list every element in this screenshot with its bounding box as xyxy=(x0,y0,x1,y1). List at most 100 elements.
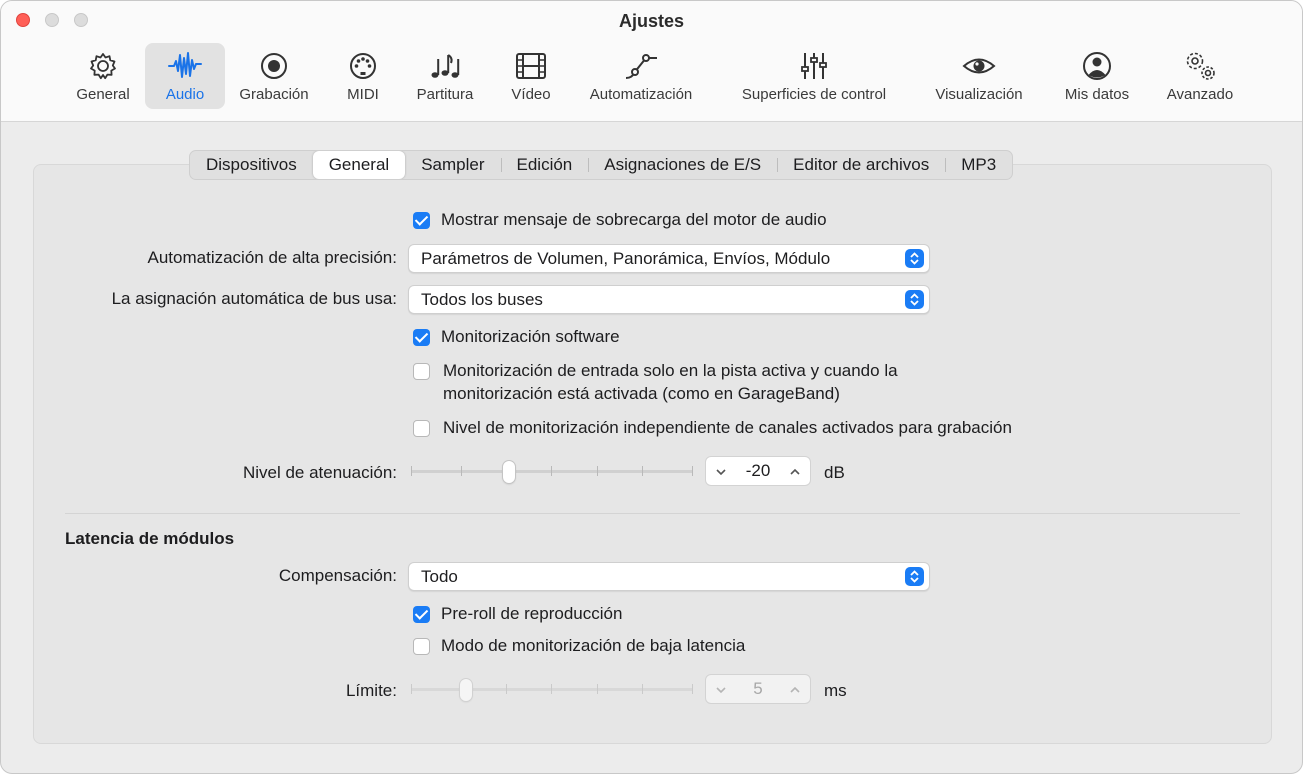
slider-tick xyxy=(692,466,693,476)
faders-icon xyxy=(801,53,827,79)
film-icon xyxy=(516,53,546,79)
window-title: Ajustes xyxy=(618,11,685,31)
low-latency-mode-checkbox-row[interactable]: Modo de monitorización de baja latencia xyxy=(413,636,745,656)
popup-arrows-icon xyxy=(905,567,924,586)
popup-value: Todos los buses xyxy=(421,290,543,309)
gears-icon xyxy=(1186,52,1215,80)
slider-track xyxy=(411,470,693,473)
chevron-down-icon[interactable] xyxy=(715,684,727,696)
slider-tick xyxy=(551,466,552,476)
toolbar-label: MIDI xyxy=(347,86,379,103)
auto-bus-assignment-popup[interactable]: Todos los buses xyxy=(408,285,930,314)
tab-io-assignments[interactable]: Asignaciones de E/S xyxy=(588,151,777,179)
dim-level-slider[interactable] xyxy=(411,461,693,483)
dim-level-label: Nivel de atenuación: xyxy=(242,463,397,482)
chevron-up-icon[interactable] xyxy=(789,684,801,696)
toolbar-audio[interactable]: Audio xyxy=(145,43,225,109)
midi-port-icon xyxy=(350,53,376,79)
dim-level-stepper[interactable]: -20 xyxy=(705,456,811,486)
chevron-down-icon[interactable] xyxy=(715,466,727,478)
eye-icon xyxy=(962,58,996,74)
toolbar-video[interactable]: Vídeo xyxy=(501,43,561,109)
toolbar-score[interactable]: Partitura xyxy=(405,43,485,109)
auto-bus-assignment-label: La asignación automática de bus usa: xyxy=(111,289,397,308)
independent-monitoring-level-checkbox[interactable] xyxy=(413,420,430,437)
checkbox-label-line-2: monitorización está activada (como en Ga… xyxy=(443,384,840,403)
tab-file-editor[interactable]: Editor de archivos xyxy=(777,151,945,179)
tab-sampler[interactable]: Sampler xyxy=(405,151,500,179)
toolbar-control-surfaces[interactable]: Superficies de control xyxy=(724,43,904,109)
slider-tick xyxy=(461,466,462,476)
tab-editing[interactable]: Edición xyxy=(500,151,589,179)
toolbar-label: General xyxy=(76,86,130,103)
low-latency-mode-checkbox[interactable] xyxy=(413,638,430,655)
record-icon xyxy=(261,53,287,79)
toolbar-display[interactable]: Visualización xyxy=(923,43,1035,109)
checkbox-label: Nivel de monitorización independiente de… xyxy=(443,418,1012,437)
chevron-up-icon[interactable] xyxy=(789,466,801,478)
music-notes-icon xyxy=(431,54,460,78)
checkbox-label-line-1: Monitorización de entrada solo en la pis… xyxy=(443,361,898,380)
high-precision-automation-label: Automatización de alta precisión: xyxy=(147,248,397,267)
slider-tick xyxy=(597,684,598,694)
titlebar: Ajustes General Audio Grabación MIDI Par… xyxy=(1,1,1302,122)
software-monitoring-checkbox[interactable] xyxy=(413,329,430,346)
stepper-value[interactable]: 5 xyxy=(734,675,782,703)
tab-devices[interactable]: Dispositivos xyxy=(190,151,313,179)
toolbar-label: Visualización xyxy=(935,86,1023,103)
popup-arrows-icon xyxy=(905,249,924,268)
limit-label: Límite: xyxy=(345,681,397,700)
waveform-icon xyxy=(168,52,202,78)
toolbar-label: Mis datos xyxy=(1064,86,1130,103)
toolbar-label: Audio xyxy=(165,86,205,103)
software-monitoring-checkbox-row[interactable]: Monitorización software xyxy=(413,327,620,347)
tab-mp3[interactable]: MP3 xyxy=(945,151,1012,179)
toolbar-label: Avanzado xyxy=(1166,86,1234,103)
slider-tick xyxy=(642,684,643,694)
toolbar-label: Grabación xyxy=(239,86,309,103)
toolbar-automation[interactable]: Automatización xyxy=(578,43,704,109)
toolbar-midi[interactable]: MIDI xyxy=(331,43,395,109)
popup-arrows-icon xyxy=(905,290,924,309)
gear-icon xyxy=(90,53,116,80)
section-divider xyxy=(65,513,1240,514)
checkbox-label: Monitorización de entrada solo en la pis… xyxy=(441,359,898,405)
overload-message-checkbox-row[interactable]: Mostrar mensaje de sobrecarga del motor … xyxy=(413,210,827,230)
tab-general[interactable]: General xyxy=(312,151,406,179)
stepper-value[interactable]: -20 xyxy=(734,457,782,485)
toolbar-label: Superficies de control xyxy=(741,86,887,103)
slider-tick xyxy=(506,684,507,694)
slider-tick xyxy=(692,684,693,694)
plugin-latency-title: Latencia de módulos xyxy=(65,529,235,548)
playback-preroll-checkbox[interactable] xyxy=(413,606,430,623)
input-monitoring-checkbox-row[interactable]: Monitorización de entrada solo en la pis… xyxy=(413,359,898,405)
high-precision-automation-popup[interactable]: Parámetros de Volumen, Panorámica, Envío… xyxy=(408,244,930,273)
automation-curve-icon xyxy=(625,54,657,79)
toolbar-recording[interactable]: Grabación xyxy=(231,43,317,109)
settings-window: Ajustes General Audio Grabación MIDI Par… xyxy=(0,0,1303,774)
compensation-label: Compensación: xyxy=(278,566,397,585)
playback-preroll-checkbox-row[interactable]: Pre-roll de reproducción xyxy=(413,604,622,624)
input-monitoring-checkbox[interactable] xyxy=(413,363,430,380)
slider-tick xyxy=(642,466,643,476)
limit-unit: ms xyxy=(824,681,847,700)
toolbar-advanced[interactable]: Avanzado xyxy=(1157,43,1243,109)
slider-knob[interactable] xyxy=(460,679,472,701)
toolbar-general[interactable]: General xyxy=(67,43,139,109)
slider-tick xyxy=(597,466,598,476)
overload-message-checkbox[interactable] xyxy=(413,212,430,229)
toolbar-label: Partitura xyxy=(416,86,474,103)
limit-slider[interactable] xyxy=(411,679,693,701)
checkbox-label: Monitorización software xyxy=(441,327,620,346)
slider-track xyxy=(411,688,693,691)
checkbox-label: Modo de monitorización de baja latencia xyxy=(441,636,746,655)
slider-knob[interactable] xyxy=(503,461,515,483)
slider-tick xyxy=(551,684,552,694)
dim-level-unit: dB xyxy=(824,463,845,482)
popup-value: Parámetros de Volumen, Panorámica, Envío… xyxy=(421,249,831,268)
limit-stepper[interactable]: 5 xyxy=(705,674,811,704)
toolbar-my-info[interactable]: Mis datos xyxy=(1053,43,1141,109)
independent-monitoring-level-checkbox-row[interactable]: Nivel de monitorización independiente de… xyxy=(413,418,1012,438)
slider-tick xyxy=(411,466,412,476)
compensation-popup[interactable]: Todo xyxy=(408,562,930,591)
